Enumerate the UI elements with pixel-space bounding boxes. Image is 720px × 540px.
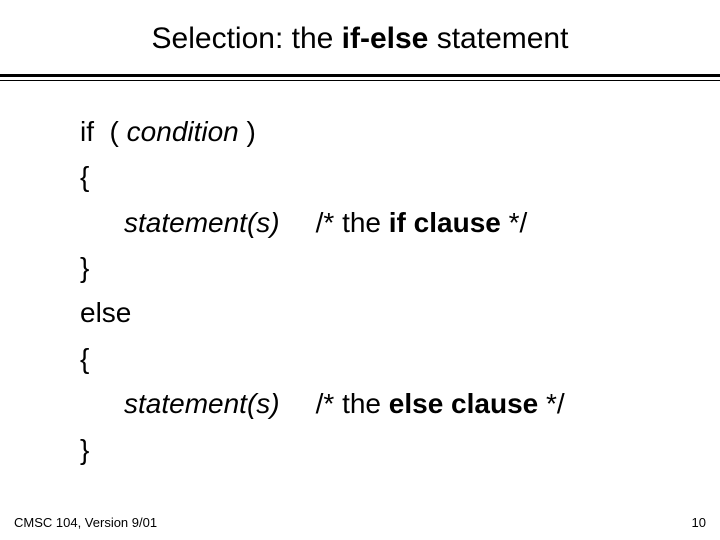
title-text-1: Selection: the [152, 22, 342, 55]
code-line-5: else [80, 290, 720, 335]
footer-left: CMSC 104, Version 9/01 [14, 515, 157, 530]
code-line-1: if ( condition ) [80, 109, 720, 154]
title-text-2: statement [428, 22, 568, 55]
code-line-2: { [80, 154, 720, 199]
title-bold: if-else [342, 22, 429, 55]
footer-page-number: 10 [692, 515, 706, 530]
code-line-3: statement(s)/* the if clause */ [80, 200, 720, 245]
slide-title: Selection: the if-else statement [0, 0, 720, 74]
code-line-6: { [80, 336, 720, 381]
divider-top [0, 74, 720, 77]
code-line-8: } [80, 427, 720, 472]
code-line-4: } [80, 245, 720, 290]
footer: CMSC 104, Version 9/01 10 [14, 515, 706, 530]
code-line-7: statement(s)/* the else clause */ [80, 381, 720, 426]
code-block: if ( condition ) { statement(s)/* the if… [0, 81, 720, 472]
